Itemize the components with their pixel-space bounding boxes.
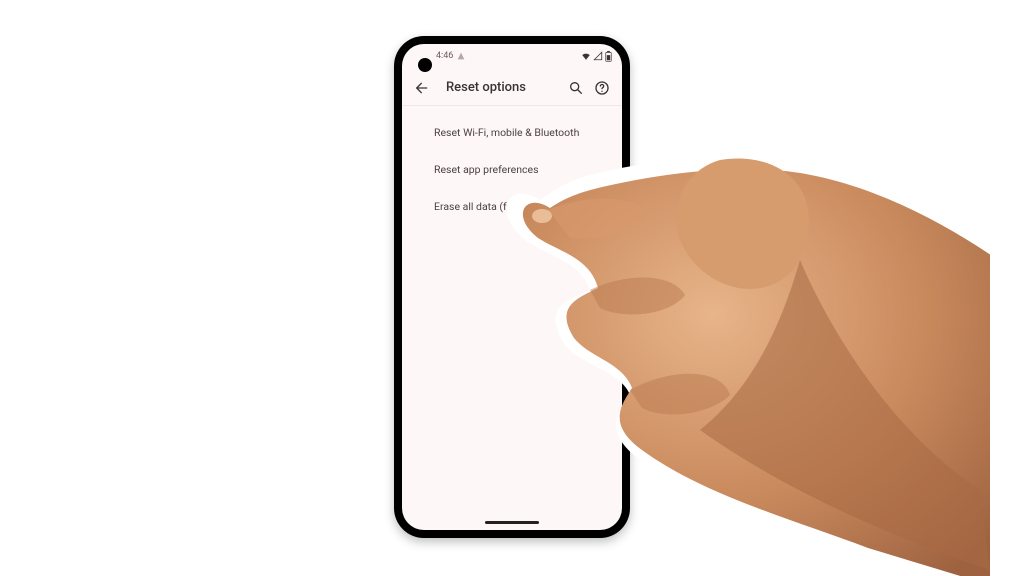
option-label: Reset app preferences <box>434 163 539 176</box>
phone-frame: 4:46 <box>394 36 630 538</box>
help-button[interactable] <box>592 78 612 98</box>
page-title: Reset options <box>446 80 566 95</box>
app-bar: Reset options <box>402 70 622 106</box>
gesture-nav-pill[interactable] <box>485 521 539 524</box>
scene: 4:46 <box>0 0 1024 576</box>
search-button[interactable] <box>566 78 586 98</box>
status-left: 4:46 <box>436 51 465 61</box>
option-erase-all-data[interactable]: Erase all data (factory reset) <box>402 188 622 225</box>
options-list: Reset Wi-Fi, mobile & Bluetooth Reset ap… <box>402 114 622 225</box>
status-bar: 4:46 <box>402 44 622 68</box>
option-label: Erase all data (factory reset) <box>434 200 566 213</box>
option-reset-wifi[interactable]: Reset Wi-Fi, mobile & Bluetooth <box>402 114 622 151</box>
cell-signal-icon <box>593 51 603 61</box>
back-button[interactable] <box>412 78 432 98</box>
signal-small-icon <box>457 52 465 60</box>
punch-hole-camera <box>418 58 432 72</box>
option-reset-app-prefs[interactable]: Reset app preferences <box>402 151 622 188</box>
status-right <box>581 51 612 62</box>
wifi-icon <box>581 51 591 61</box>
battery-icon <box>605 51 612 62</box>
status-time: 4:46 <box>436 51 453 61</box>
phone-screen: 4:46 <box>402 44 622 530</box>
option-label: Reset Wi-Fi, mobile & Bluetooth <box>434 126 579 139</box>
